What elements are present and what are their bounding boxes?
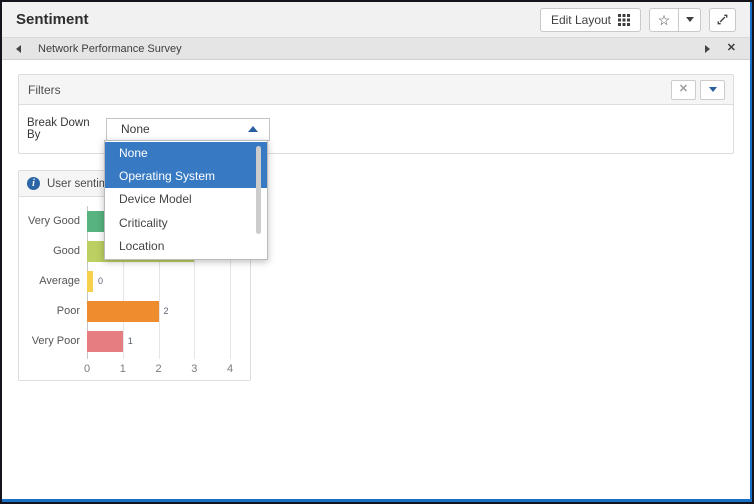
dropdown-items: NoneOperating SystemDevice ModelCritical… <box>105 142 267 258</box>
breakdown-select-value: None <box>121 122 248 136</box>
favorite-split-button: ☆ <box>649 8 701 32</box>
tab-bar: Network Performance Survey ✕ <box>2 38 750 60</box>
bar-area: 1 <box>87 331 133 352</box>
chart-row-average: Average 0 <box>19 266 250 296</box>
dropdown-scrollbar[interactable] <box>256 146 261 234</box>
tab-prev-arrow-icon[interactable] <box>16 45 21 53</box>
info-icon[interactable]: i <box>27 177 40 190</box>
dropdown-option-operating-system[interactable]: Operating System <box>105 165 267 188</box>
breakdown-label: Break Down By <box>27 117 106 141</box>
bar-value-label: 2 <box>164 306 169 316</box>
edit-layout-label: Edit Layout <box>551 13 611 27</box>
tab-next-arrow-icon[interactable] <box>705 45 710 53</box>
top-header: Sentiment Edit Layout ☆ <box>2 2 750 38</box>
expand-icon <box>716 13 729 26</box>
category-label: Good <box>19 245 80 257</box>
chevron-down-icon <box>686 17 694 22</box>
layout-grid-icon <box>618 14 630 26</box>
favorite-dropdown-button[interactable] <box>679 8 701 32</box>
dropdown-option-none[interactable]: None <box>105 142 267 165</box>
bar-value-label: 1 <box>128 336 133 346</box>
x-axis-tick-label: 3 <box>191 363 197 375</box>
filters-panel-header: Filters ✕ <box>19 75 733 105</box>
app-window: Sentiment Edit Layout ☆ <box>0 0 754 504</box>
category-label: Poor <box>19 305 80 317</box>
expand-button[interactable] <box>709 8 736 32</box>
bar-area: 0 <box>87 271 103 292</box>
filters-collapse-button[interactable] <box>700 80 725 100</box>
header-actions: Edit Layout ☆ <box>540 8 736 32</box>
breakdown-select[interactable]: None <box>106 118 270 141</box>
filters-actions: ✕ <box>671 80 725 100</box>
favorite-button[interactable]: ☆ <box>649 8 679 32</box>
breakdown-dropdown-menu: NoneOperating SystemDevice ModelCritical… <box>104 140 268 260</box>
app-frame: Sentiment Edit Layout ☆ <box>2 2 752 502</box>
chart-bar-poor[interactable] <box>87 301 159 322</box>
chart-row-very-poor: Very Poor 1 <box>19 326 250 356</box>
chart-bar-very-poor[interactable] <box>87 331 123 352</box>
main-content: Filters ✕ Break Down By None <box>2 60 750 499</box>
chart-row-poor: Poor 2 <box>19 296 250 326</box>
tab-label[interactable]: Network Performance Survey <box>38 43 182 55</box>
chevron-up-icon <box>248 126 258 132</box>
category-label: Average <box>19 275 80 287</box>
x-axis-tick-label: 2 <box>155 363 161 375</box>
dropdown-option-device-model[interactable]: Device Model <box>105 188 267 211</box>
page-title: Sentiment <box>16 11 89 28</box>
dropdown-option-location[interactable]: Location <box>105 235 267 258</box>
dropdown-option-criticality[interactable]: Criticality <box>105 212 267 235</box>
close-icon: ✕ <box>679 84 688 95</box>
x-axis-tick-label: 1 <box>120 363 126 375</box>
filters-close-button[interactable]: ✕ <box>671 80 696 100</box>
bar-value-label: 0 <box>98 276 103 286</box>
tab-close-icon[interactable]: ✕ <box>727 43 736 54</box>
chevron-down-icon <box>709 87 717 92</box>
category-label: Very Good <box>19 215 80 227</box>
bar-area: 2 <box>87 301 169 322</box>
x-axis-tick-label: 4 <box>227 363 233 375</box>
chart-bar-average[interactable] <box>87 271 93 292</box>
x-axis-tick-label: 0 <box>84 363 90 375</box>
star-icon: ☆ <box>658 13 671 27</box>
category-label: Very Poor <box>19 335 80 347</box>
filters-panel-title: Filters <box>28 83 61 97</box>
edit-layout-button[interactable]: Edit Layout <box>540 8 641 32</box>
